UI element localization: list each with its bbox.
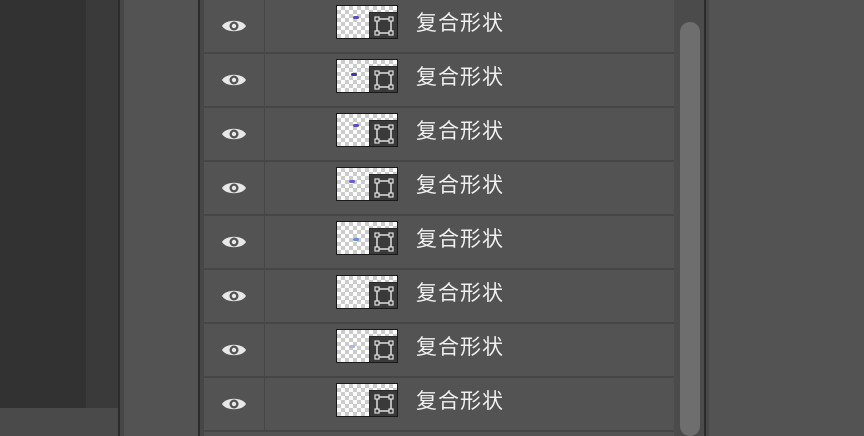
layer-name[interactable]: 复合形状 <box>416 162 504 214</box>
canvas-area[interactable] <box>0 0 86 408</box>
eye-icon[interactable] <box>204 0 265 52</box>
layer-name[interactable]: 复合形状 <box>416 54 504 106</box>
thumbnail-shape-mark <box>351 73 357 76</box>
vector-mask-icon[interactable] <box>369 12 397 38</box>
layer-thumbnail[interactable] <box>336 383 398 417</box>
layer-row[interactable]: 复合形状 <box>204 378 674 432</box>
vector-mask-icon[interactable] <box>369 120 397 146</box>
layer-thumbnail[interactable] <box>336 59 398 93</box>
vector-mask-icon[interactable] <box>369 336 397 362</box>
layer-name[interactable]: 复合形状 <box>416 108 504 160</box>
thumbnail-shape-mark <box>349 180 355 183</box>
layers-scrollbar-thumb[interactable] <box>680 22 700 436</box>
right-panel-area <box>709 0 864 436</box>
layer-name[interactable]: 复合形状 <box>416 270 504 322</box>
layer-row[interactable]: 复合形状 <box>204 54 674 108</box>
thumbnail-shape-mark <box>353 16 359 19</box>
eye-icon[interactable] <box>204 324 265 376</box>
thumbnail-shape-mark <box>353 238 359 241</box>
collapsed-panel-column <box>124 0 198 436</box>
layer-thumbnail[interactable] <box>336 5 398 39</box>
layer-row[interactable]: 复合形状 <box>204 108 674 162</box>
vector-mask-icon[interactable] <box>369 174 397 200</box>
vector-mask-icon[interactable] <box>369 282 397 308</box>
canvas-side-strip <box>86 0 118 436</box>
layer-row[interactable]: 复合形状 <box>204 162 674 216</box>
eye-icon[interactable] <box>204 216 265 268</box>
layer-thumbnail[interactable] <box>336 275 398 309</box>
eye-icon[interactable] <box>204 270 265 322</box>
vector-mask-icon[interactable] <box>369 66 397 92</box>
thumbnail-shape-mark <box>353 124 359 127</box>
eye-icon[interactable] <box>204 54 265 106</box>
photoshop-workspace: 复合形状 复合形状 复合形状 复合形状 复合形状 复合形状 复合形状 复合形状 <box>0 0 864 436</box>
eye-icon[interactable] <box>204 108 265 160</box>
vector-mask-icon[interactable] <box>369 228 397 254</box>
layer-row[interactable]: 复合形状 <box>204 216 674 270</box>
eye-icon[interactable] <box>204 378 265 430</box>
layer-thumbnail[interactable] <box>336 167 398 201</box>
layer-thumbnail[interactable] <box>336 221 398 255</box>
layer-name[interactable]: 复合形状 <box>416 0 504 52</box>
vector-mask-icon[interactable] <box>369 390 397 416</box>
layer-name[interactable]: 复合形状 <box>416 324 504 376</box>
layer-thumbnail[interactable] <box>336 329 398 363</box>
layer-name[interactable]: 复合形状 <box>416 216 504 268</box>
layer-row[interactable]: 复合形状 <box>204 270 674 324</box>
thumbnail-shape-mark <box>349 345 355 348</box>
layer-row[interactable]: 复合形状 <box>204 0 674 54</box>
layers-list: 复合形状 复合形状 复合形状 复合形状 复合形状 复合形状 复合形状 复合形状 <box>204 0 674 436</box>
layer-name[interactable]: 复合形状 <box>416 378 504 430</box>
layer-thumbnail[interactable] <box>336 113 398 147</box>
canvas-bottom-bar <box>0 408 118 436</box>
eye-icon[interactable] <box>204 162 265 214</box>
layer-row[interactable]: 复合形状 <box>204 324 674 378</box>
